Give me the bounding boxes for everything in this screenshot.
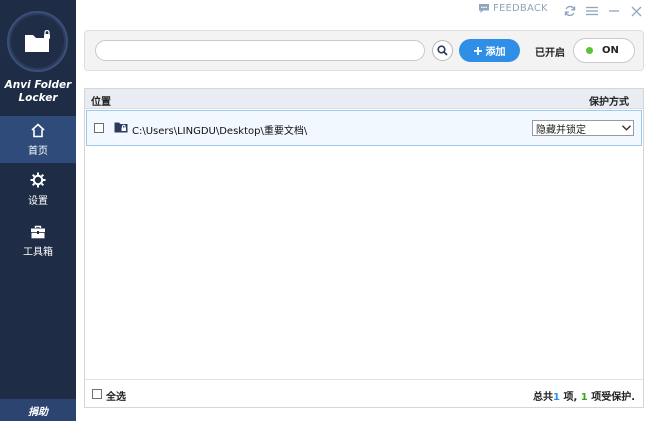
sidebar-item-label: 设置 (28, 196, 48, 207)
sidebar-item-home[interactable]: 首页 (0, 116, 76, 163)
protection-type-select[interactable]: 隐藏并锁定 (532, 120, 634, 136)
status-dot-icon (586, 47, 593, 54)
sidebar-item-toolbox[interactable]: 工具箱 (0, 218, 76, 265)
plus-icon (473, 46, 482, 55)
sidebar-item-settings[interactable]: 设置 (0, 166, 76, 213)
chevron-down-icon (621, 125, 631, 131)
minimize-icon (609, 10, 619, 12)
feedback-link[interactable]: FEEDBACK (478, 3, 548, 14)
add-button-label: 添加 (485, 47, 506, 58)
minimize-button[interactable] (606, 3, 622, 19)
refresh-icon (564, 5, 576, 17)
title-bar: FEEDBACK (76, 0, 653, 22)
protection-type-value: 隐藏并锁定 (536, 124, 586, 136)
search-icon (437, 45, 448, 56)
search-input[interactable] (95, 40, 425, 61)
select-all-checkbox[interactable] (92, 389, 102, 399)
menu-icon (586, 6, 598, 16)
gear-icon (30, 172, 46, 188)
menu-button[interactable] (584, 3, 600, 19)
search-button[interactable] (432, 40, 453, 61)
feedback-label: FEEDBACK (493, 3, 548, 14)
protection-toggle[interactable]: ON (573, 38, 635, 63)
toolbar: 添加 已开启 ON (84, 30, 644, 71)
select-all-label[interactable]: 全选 (106, 388, 126, 403)
list-header: 位置 保护方式 (85, 89, 643, 109)
folder-lock-icon (24, 29, 51, 52)
add-button[interactable]: 添加 (459, 39, 520, 62)
close-button[interactable] (628, 3, 644, 19)
app-name: Anvi Folder Locker (4, 79, 72, 104)
column-header-protection: 保护方式 (589, 97, 629, 108)
column-header-location: 位置 (91, 97, 111, 108)
toggle-label: ON (602, 45, 619, 56)
sidebar-item-label: 首页 (28, 145, 48, 157)
toolbox-icon (31, 225, 45, 239)
chat-bubble-icon (479, 4, 489, 13)
sidebar: Anvi Folder Locker 首页 设置 工具箱 捐助 (0, 0, 76, 421)
table-row[interactable]: C:\Users\LINGDU\Desktop\重要文档\ 隐藏并锁定 (86, 110, 642, 146)
home-icon (31, 122, 45, 137)
protection-summary: 总共1 项, 1 项受保护. (533, 392, 635, 403)
refresh-button[interactable] (562, 3, 578, 19)
sidebar-item-label: 工具箱 (23, 247, 53, 258)
list-footer: 全选 总共1 项, 1 项受保护. (85, 379, 643, 407)
protection-status-label: 已开启 (535, 48, 565, 59)
row-checkbox[interactable] (94, 123, 104, 133)
folder-path: C:\Users\LINGDU\Desktop\重要文档\ (132, 126, 308, 137)
donate-button[interactable]: 捐助 (0, 399, 76, 421)
protected-items-list: 位置 保护方式 C:\Users\LINGDU\Desktop\重要文档\ 隐藏… (84, 88, 644, 408)
close-icon (631, 6, 641, 16)
app-logo (7, 11, 68, 72)
locked-folder-icon (114, 122, 128, 133)
